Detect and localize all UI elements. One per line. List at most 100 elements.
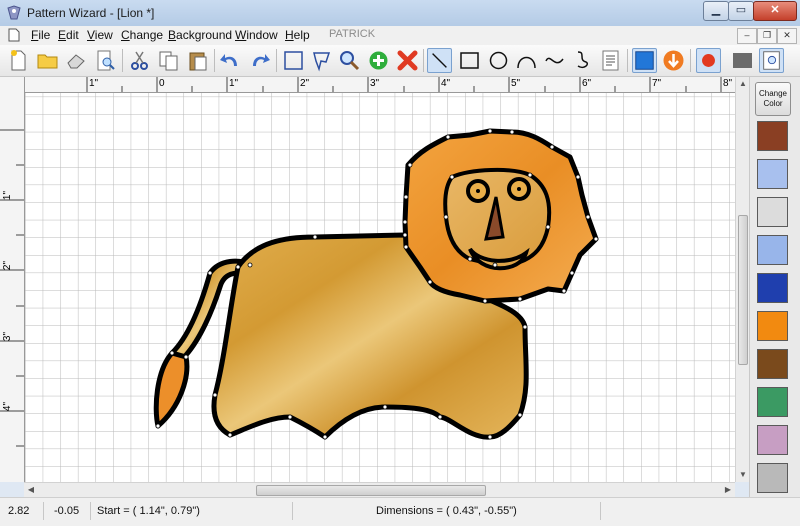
- undo-icon[interactable]: [218, 48, 243, 73]
- canvas-svg[interactable]: [0, 77, 735, 482]
- color-swatch[interactable]: [757, 425, 788, 455]
- ruler-label: 3": [370, 78, 380, 89]
- select-lasso-icon[interactable]: [309, 48, 334, 73]
- horizontal-scroll-thumb[interactable]: [256, 485, 486, 496]
- menu-window[interactable]: Window: [235, 28, 278, 42]
- change-color-button[interactable]: Change Color: [755, 82, 791, 116]
- window-title: Pattern Wizard - [Lion *]: [27, 6, 155, 20]
- title-bar: Pattern Wizard - [Lion *] ▁ ▭ ✕: [0, 0, 800, 27]
- color-swatch[interactable]: [757, 349, 788, 379]
- ruler-label: 4": [2, 401, 14, 412]
- add-icon[interactable]: [366, 48, 391, 73]
- send-back-icon[interactable]: [661, 48, 686, 73]
- status-separator: [600, 502, 601, 520]
- new-file-icon[interactable]: [6, 48, 31, 73]
- draw-freehand-icon[interactable]: [570, 48, 595, 73]
- ruler-label: 6": [582, 78, 592, 89]
- toolbar-separator: [423, 49, 424, 72]
- draw-rectangle-icon[interactable]: [457, 48, 482, 73]
- drawing-canvas[interactable]: [0, 77, 735, 482]
- toolbar: [0, 45, 800, 77]
- select-rectangle-icon[interactable]: [281, 48, 306, 73]
- lion-right-pupil: [517, 187, 521, 191]
- horizontal-ruler: 1" 0 1" 2" 3" 4" 5" 6" 7" 8": [9, 77, 735, 93]
- scroll-right-button[interactable]: ▶: [721, 483, 735, 497]
- draw-line-icon[interactable]: [427, 48, 452, 73]
- minimize-button[interactable]: ▁: [703, 1, 729, 21]
- ruler-label: 0: [159, 78, 165, 89]
- menu-file[interactable]: File: [31, 28, 50, 42]
- menu-view[interactable]: View: [87, 28, 113, 42]
- menu-bar: File Edit View Change Background Window …: [0, 26, 800, 46]
- toolbar-separator: [214, 49, 215, 72]
- toolbar-separator: [122, 49, 123, 72]
- cursor-x: 2.82: [8, 505, 30, 517]
- color-swatch[interactable]: [757, 197, 788, 227]
- ruler-label: 2": [2, 260, 14, 271]
- status-separator: [292, 502, 293, 520]
- user-name: PATRICK: [329, 28, 376, 40]
- dimensions: Dimensions = ( 0.43", -0.55"): [376, 505, 517, 517]
- mdi-restore-button[interactable]: ❐: [757, 28, 777, 44]
- menu-help[interactable]: Help: [285, 28, 310, 42]
- zoom-icon[interactable]: [337, 48, 362, 73]
- vertical-ruler: 1" 2" 3" 4": [0, 77, 25, 482]
- eraser-icon[interactable]: [64, 48, 89, 73]
- document-icon: [8, 28, 20, 42]
- cursor-y: -0.05: [54, 505, 80, 517]
- vertical-scrollbar[interactable]: ▲ ▼: [735, 77, 750, 482]
- status-bar: 2.82 -0.05 Start = ( 1.14", 0.79") Dimen…: [0, 497, 800, 526]
- ruler-label: 7": [652, 78, 662, 89]
- scroll-down-button[interactable]: ▼: [736, 468, 750, 482]
- toolbar-separator: [276, 49, 277, 72]
- menu-change[interactable]: Change: [121, 28, 163, 42]
- color-swatch[interactable]: [757, 387, 788, 417]
- lion-left-pupil: [476, 189, 480, 193]
- mdi-minimize-button[interactable]: –: [737, 28, 757, 44]
- draw-circle-icon[interactable]: [486, 48, 511, 73]
- scroll-up-button[interactable]: ▲: [736, 77, 750, 91]
- color-swatch[interactable]: [757, 235, 788, 265]
- vertical-scroll-thumb[interactable]: [738, 215, 748, 365]
- ruler-label: 5": [511, 78, 521, 89]
- copy-icon[interactable]: [156, 48, 181, 73]
- ruler-label: 2": [300, 78, 310, 89]
- record-icon[interactable]: [696, 48, 721, 73]
- color-swatch[interactable]: [757, 311, 788, 341]
- draw-curve-icon[interactable]: [542, 48, 567, 73]
- fill-color-icon[interactable]: [632, 48, 657, 73]
- maximize-button[interactable]: ▭: [728, 1, 754, 21]
- paste-icon[interactable]: [185, 48, 210, 73]
- text-tool-icon[interactable]: [598, 48, 623, 73]
- ruler-label: 1": [89, 78, 99, 89]
- cut-icon[interactable]: [127, 48, 152, 73]
- zoom-fit-icon[interactable]: [759, 48, 784, 73]
- menu-edit[interactable]: Edit: [58, 28, 79, 42]
- color-swatch[interactable]: [757, 273, 788, 303]
- draw-arc-icon[interactable]: [514, 48, 539, 73]
- color-swatch[interactable]: [757, 463, 788, 493]
- ruler-label: 4": [441, 78, 451, 89]
- redo-icon[interactable]: [247, 48, 272, 73]
- ruler-label: 3": [2, 331, 14, 342]
- background-color-icon[interactable]: [730, 48, 755, 73]
- print-preview-icon[interactable]: [93, 48, 118, 73]
- app-icon: [7, 5, 21, 20]
- toolbar-separator: [690, 49, 691, 72]
- color-swatch[interactable]: [757, 121, 788, 151]
- ruler-label: 8": [723, 78, 733, 89]
- status-separator: [90, 502, 91, 520]
- scroll-left-button[interactable]: ◀: [24, 483, 38, 497]
- close-button[interactable]: ✕: [753, 1, 797, 21]
- start-coordinates: Start = ( 1.14", 0.79"): [97, 505, 200, 517]
- menu-background[interactable]: Background: [168, 28, 232, 42]
- mdi-close-button[interactable]: ✕: [777, 28, 797, 44]
- delete-icon[interactable]: [395, 48, 420, 73]
- toolbar-separator: [627, 49, 628, 72]
- open-folder-icon[interactable]: [35, 48, 60, 73]
- horizontal-scrollbar[interactable]: ◀ ▶: [24, 482, 735, 497]
- ruler-label: 1": [229, 78, 239, 89]
- ruler-label: 1": [2, 190, 14, 201]
- status-separator: [43, 502, 44, 520]
- color-swatch[interactable]: [757, 159, 788, 189]
